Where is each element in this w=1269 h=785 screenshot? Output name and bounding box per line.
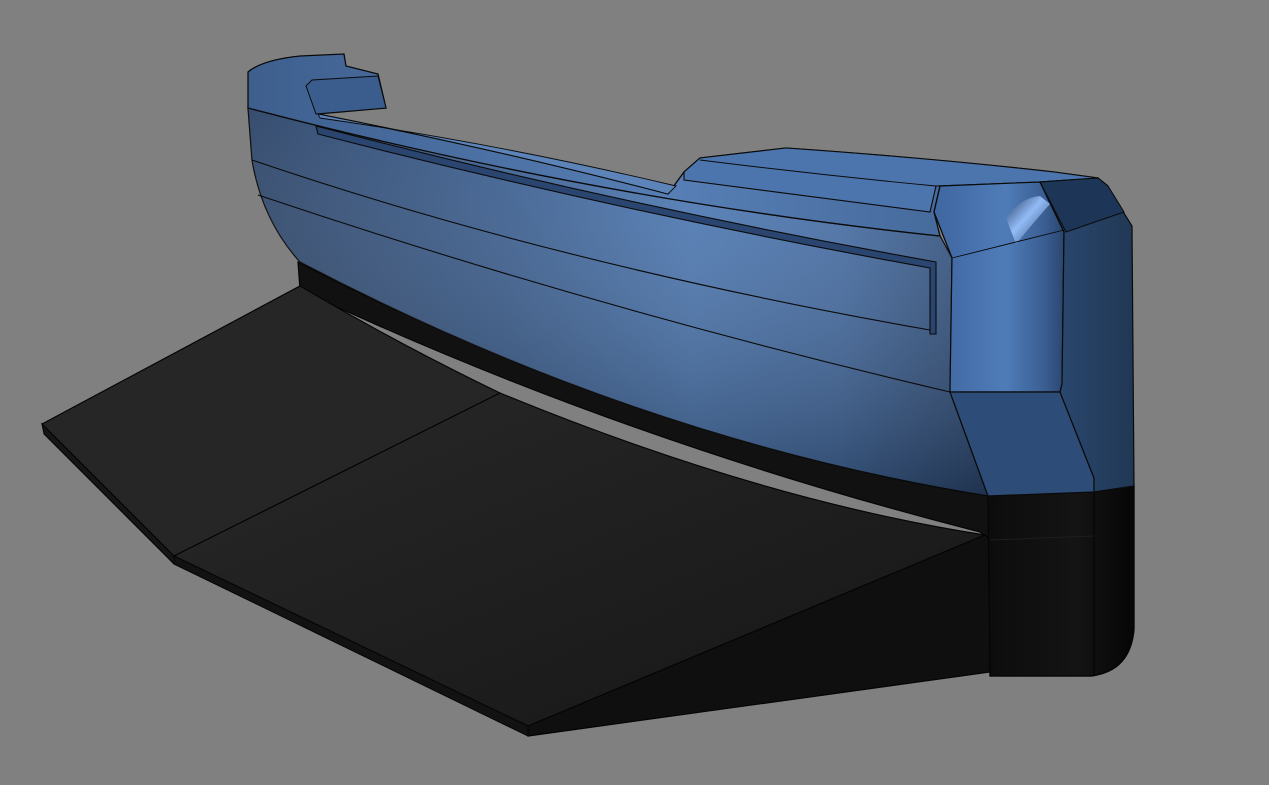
top-notch	[305, 75, 387, 115]
corner-block-front	[933, 181, 1065, 393]
corner-end-cap	[987, 485, 1135, 677]
3d-viewport[interactable]	[0, 0, 1269, 785]
bumper-model	[41, 53, 1135, 737]
